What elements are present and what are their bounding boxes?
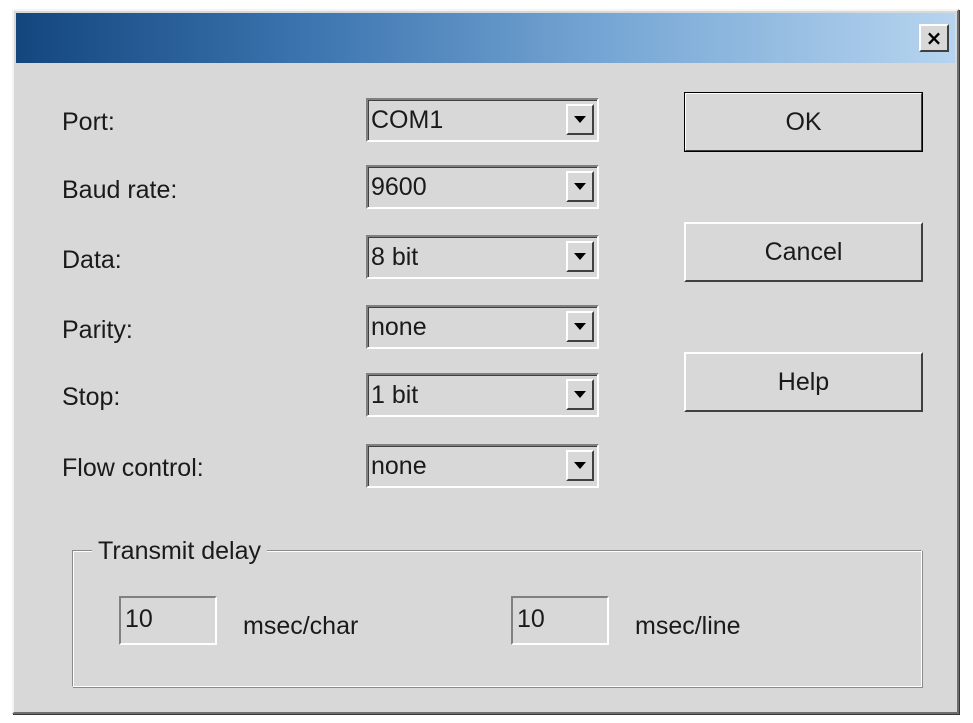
msec-per-line-unit: msec/line xyxy=(635,612,741,640)
chevron-down-icon xyxy=(574,252,586,260)
msec-per-char-unit: msec/char xyxy=(243,612,359,640)
parity-value: none xyxy=(371,313,427,341)
baud-rate-dropdown-button[interactable] xyxy=(566,171,594,202)
port-dropdown-button[interactable] xyxy=(566,104,594,135)
baud-rate-value: 9600 xyxy=(371,173,427,201)
data-bits-label: Data: xyxy=(62,246,122,274)
flow-control-value: none xyxy=(371,452,427,480)
port-select[interactable]: COM1 xyxy=(366,98,599,142)
flow-control-label: Flow control: xyxy=(62,454,204,482)
port-label: Port: xyxy=(62,108,115,136)
chevron-down-icon xyxy=(574,322,586,330)
chevron-down-icon xyxy=(574,390,586,398)
stop-bits-select[interactable]: 1 bit xyxy=(366,373,599,417)
transmit-delay-title: Transmit delay xyxy=(92,537,268,565)
flow-control-dropdown-button[interactable] xyxy=(566,450,594,481)
chevron-down-icon xyxy=(574,115,586,123)
cancel-button[interactable]: Cancel xyxy=(684,222,923,282)
port-value: COM1 xyxy=(371,106,444,134)
baud-rate-label: Baud rate: xyxy=(62,176,178,204)
help-button[interactable]: Help xyxy=(684,352,923,412)
baud-rate-select[interactable]: 9600 xyxy=(366,165,599,209)
stop-bits-value: 1 bit xyxy=(371,381,419,409)
parity-select[interactable]: none xyxy=(366,305,599,349)
chevron-down-icon xyxy=(574,182,586,190)
msec-per-line-field[interactable]: 10 xyxy=(511,596,609,645)
chevron-down-icon xyxy=(574,461,586,469)
data-bits-value: 8 bit xyxy=(371,243,419,271)
stop-bits-dropdown-button[interactable] xyxy=(566,379,594,410)
close-button[interactable]: × xyxy=(919,24,949,52)
stop-bits-label: Stop: xyxy=(62,383,121,411)
parity-label: Parity: xyxy=(62,316,133,344)
parity-dropdown-button[interactable] xyxy=(566,311,594,342)
msec-per-char-value: 10 xyxy=(125,605,153,633)
close-icon: × xyxy=(925,26,943,50)
msec-per-char-field[interactable]: 10 xyxy=(119,596,217,645)
flow-control-select[interactable]: none xyxy=(366,444,599,488)
data-bits-dropdown-button[interactable] xyxy=(566,241,594,272)
ok-button[interactable]: OK xyxy=(684,92,923,152)
data-bits-select[interactable]: 8 bit xyxy=(366,235,599,279)
title-bar[interactable]: × xyxy=(16,13,955,63)
msec-per-line-value: 10 xyxy=(517,605,545,633)
